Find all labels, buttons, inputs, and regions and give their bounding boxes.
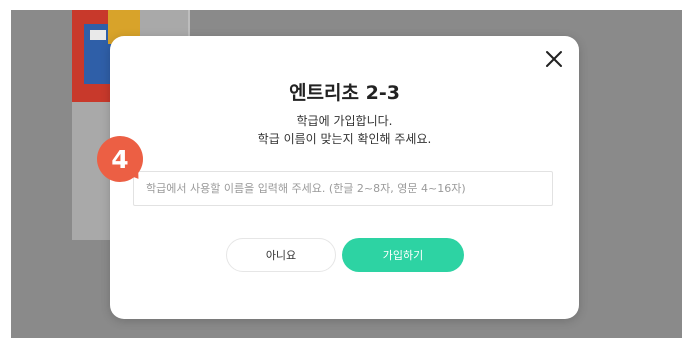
description-line-1: 학급에 가입합니다. — [296, 114, 393, 128]
class-name-input[interactable] — [133, 171, 553, 206]
no-button[interactable]: 아니요 — [226, 238, 336, 272]
close-button[interactable] — [543, 48, 565, 70]
close-icon — [546, 51, 562, 67]
join-class-modal: 엔트리초 2-3 학급에 가입합니다. 학급 이름이 맞는지 확인해 주세요. … — [110, 36, 579, 319]
modal-description: 학급에 가입합니다. 학급 이름이 맞는지 확인해 주세요. — [110, 112, 579, 148]
step-badge-number: 4 — [97, 136, 143, 182]
join-button[interactable]: 가입하기 — [342, 238, 464, 272]
description-line-2: 학급 이름이 맞는지 확인해 주세요. — [257, 132, 432, 146]
step-badge: 4 — [97, 136, 145, 184]
modal-title: 엔트리초 2-3 — [289, 82, 400, 104]
